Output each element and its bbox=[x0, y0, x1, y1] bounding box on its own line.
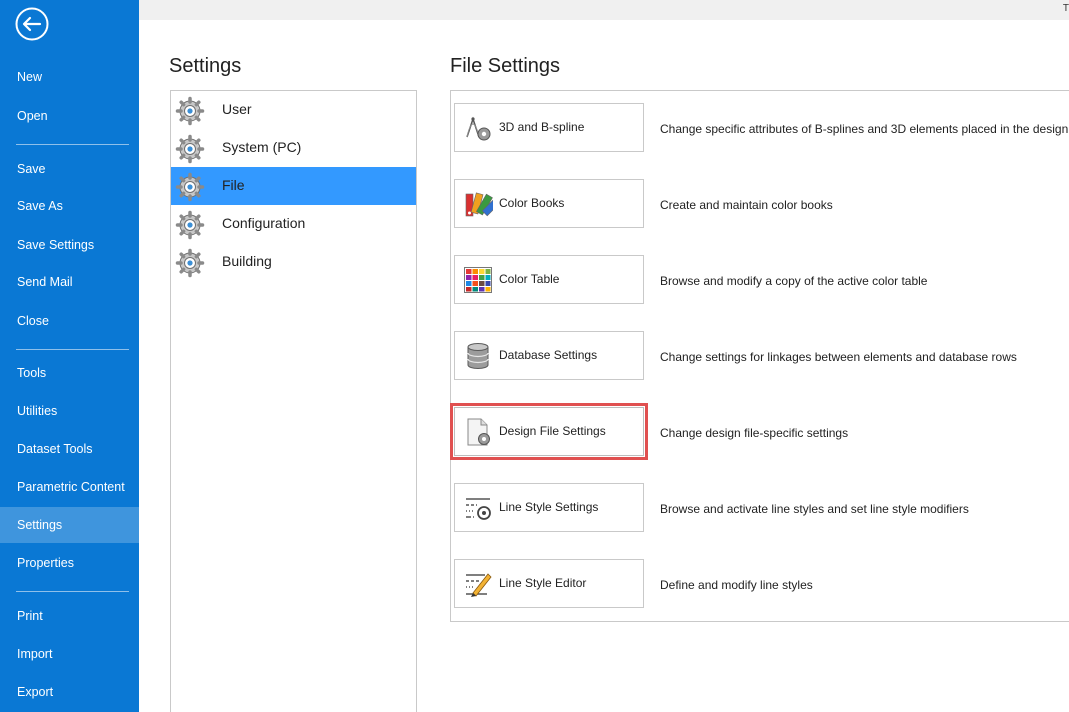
category-user[interactable]: User bbox=[171, 91, 416, 129]
button-label: Design File Settings bbox=[499, 424, 606, 438]
database-settings-button[interactable]: Database Settings bbox=[454, 331, 644, 380]
setting-description: Create and maintain color books bbox=[660, 198, 833, 212]
color-table-icon bbox=[464, 267, 492, 293]
color-table-button[interactable]: Color Table bbox=[454, 255, 644, 304]
sidebar-item-dataset-tools[interactable]: Dataset Tools bbox=[0, 431, 139, 467]
bspline-button[interactable]: 3D and B-spline bbox=[454, 103, 644, 152]
sidebar-item-print[interactable]: Print bbox=[0, 598, 139, 634]
sidebar-item-open[interactable]: Open bbox=[0, 98, 139, 134]
title-bar-text: T bbox=[1062, 3, 1069, 14]
button-label: Line Style Settings bbox=[499, 500, 599, 514]
category-label: Building bbox=[222, 253, 272, 269]
category-label: System (PC) bbox=[222, 139, 302, 155]
line-style-pencil-icon bbox=[466, 573, 492, 597]
line-style-gear-icon bbox=[466, 498, 491, 520]
sidebar-divider bbox=[16, 144, 129, 145]
bspline-gear-icon bbox=[466, 116, 491, 141]
gear-icon bbox=[175, 248, 205, 278]
color-books-button[interactable]: Color Books bbox=[454, 179, 644, 228]
back-arrow-icon[interactable] bbox=[15, 7, 49, 41]
settings-title: Settings bbox=[169, 55, 242, 77]
setting-description: Browse and modify a copy of the active c… bbox=[660, 274, 928, 288]
setting-description: Define and modify line styles bbox=[660, 578, 813, 592]
button-label: 3D and B-spline bbox=[499, 120, 585, 134]
button-label: Color Books bbox=[499, 196, 565, 210]
settings-category-list: User System (PC) File Configuration Buil… bbox=[170, 90, 417, 712]
gear-icon bbox=[175, 210, 205, 240]
button-label: Database Settings bbox=[499, 348, 598, 362]
sidebar-item-new[interactable]: New bbox=[0, 59, 139, 95]
sidebar-item-tools[interactable]: Tools bbox=[0, 355, 139, 391]
sidebar-item-properties[interactable]: Properties bbox=[0, 545, 139, 581]
design-file-gear-icon bbox=[467, 418, 490, 446]
sidebar-item-utilities[interactable]: Utilities bbox=[0, 393, 139, 429]
sidebar-item-save[interactable]: Save bbox=[0, 151, 139, 187]
category-label: User bbox=[222, 101, 252, 117]
sidebar-item-export[interactable]: Export bbox=[0, 674, 139, 710]
line-style-editor-button[interactable]: Line Style Editor bbox=[454, 559, 644, 608]
button-label: Color Table bbox=[499, 272, 560, 286]
category-configuration[interactable]: Configuration bbox=[171, 205, 416, 243]
sidebar-item-save-settings[interactable]: Save Settings bbox=[0, 227, 139, 263]
gear-icon bbox=[175, 96, 205, 126]
title-bar: T bbox=[139, 0, 1069, 20]
sidebar-item-parametric-content[interactable]: Parametric Content bbox=[0, 469, 139, 505]
color-books-icon bbox=[465, 192, 493, 217]
file-settings-title: File Settings bbox=[450, 55, 561, 77]
setting-description: Change specific attributes of B-splines … bbox=[660, 122, 1069, 136]
category-label: File bbox=[222, 177, 245, 193]
sidebar-item-save-as[interactable]: Save As bbox=[0, 188, 139, 224]
sidebar-divider bbox=[16, 591, 129, 592]
category-building[interactable]: Building bbox=[171, 243, 416, 281]
line-style-settings-button[interactable]: Line Style Settings bbox=[454, 483, 644, 532]
sidebar-divider bbox=[16, 349, 129, 350]
sidebar-item-import[interactable]: Import bbox=[0, 636, 139, 672]
button-label: Line Style Editor bbox=[499, 576, 587, 590]
setting-description: Change settings for linkages between ele… bbox=[660, 350, 1017, 364]
sidebar-item-settings[interactable]: Settings bbox=[0, 507, 139, 543]
setting-description: Browse and activate line styles and set … bbox=[660, 502, 969, 516]
sidebar-item-send-mail[interactable]: Send Mail bbox=[0, 264, 139, 300]
backstage-sidebar: New Open Save Save As Save Settings Send… bbox=[0, 0, 139, 712]
category-label: Configuration bbox=[222, 215, 306, 231]
gear-icon bbox=[175, 172, 205, 202]
setting-description: Change design file-specific settings bbox=[660, 426, 849, 440]
category-file[interactable]: File bbox=[171, 167, 416, 205]
category-system-pc[interactable]: System (PC) bbox=[171, 129, 416, 167]
database-icon bbox=[467, 343, 489, 369]
gear-icon bbox=[175, 134, 205, 164]
design-file-settings-button[interactable]: Design File Settings bbox=[454, 407, 644, 456]
sidebar-item-close[interactable]: Close bbox=[0, 303, 139, 339]
